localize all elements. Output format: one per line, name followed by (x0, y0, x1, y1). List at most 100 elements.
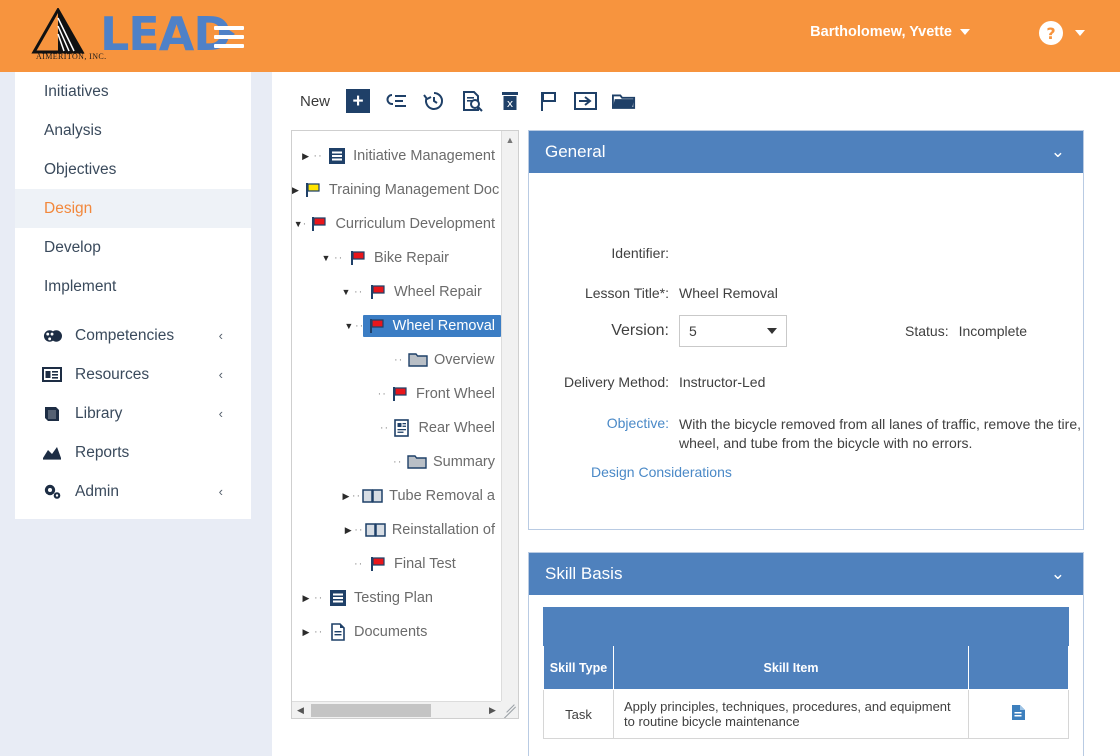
sidebar-item-objectives[interactable]: Objectives (15, 150, 251, 189)
objective-label[interactable]: Objective: (529, 415, 679, 453)
tree-node[interactable]: ·· Front Wheel (292, 377, 501, 411)
move-button[interactable] (574, 89, 598, 113)
tree-node-item[interactable]: Testing Plan (324, 587, 439, 609)
tree-node-item[interactable]: Bike Repair (344, 247, 455, 269)
chevron-down-icon (960, 29, 970, 35)
design-considerations-link[interactable]: Design Considerations (591, 464, 732, 480)
brand-logo[interactable]: AIMERITON, INC. LEAD (30, 8, 243, 61)
tree-expand-arrow-collapsed-icon[interactable]: ▶ (298, 151, 314, 162)
column-header-skill-item[interactable]: Skill Item (613, 645, 969, 690)
scroll-left-icon[interactable]: ◀ (292, 705, 309, 716)
reorder-button[interactable] (384, 89, 408, 113)
sidebar-item-resources[interactable]: Resources ‹ (15, 355, 251, 394)
app-root: AIMERITON, INC. LEAD Bartholomew, Yvette… (0, 0, 1120, 756)
navigation-tree-panel: ▶··Initiative Management▶··Training Mana… (291, 130, 519, 719)
main-content: New + x ▶ ·· Initiative Management ▶ Tra… (272, 72, 1120, 756)
tree-node[interactable]: ▶ ·· Initiative Management (292, 139, 501, 173)
sidebar-item-reports[interactable]: Reports (15, 433, 251, 472)
sidebar-item-design[interactable]: Design (15, 189, 251, 228)
tree-node[interactable]: ·· Final Test (292, 547, 501, 581)
tree-node-item[interactable]: Wheel Repair (364, 281, 488, 303)
tree-node[interactable]: ▼·· Wheel Removal (292, 309, 501, 343)
tree-node-item[interactable]: Front Wheel (386, 383, 501, 405)
preview-button[interactable] (460, 89, 484, 113)
version-select[interactable]: 5 (679, 315, 787, 347)
tree-node-item[interactable]: Final Test (364, 553, 462, 575)
tree-connector: ·· (334, 252, 344, 264)
general-panel-header[interactable]: General ⌄ (529, 131, 1083, 173)
tree-expand-arrow-collapsed-icon[interactable]: ▶ (298, 593, 314, 604)
tree-node-item[interactable]: Reinstallation of (362, 520, 501, 540)
lesson-title-row: Lesson Title*: Wheel Removal (529, 285, 1083, 301)
tree-node[interactable]: ▶··Training Management Doc (292, 173, 501, 207)
sidebar-item-develop[interactable]: Develop (15, 228, 251, 267)
tree-expand-arrow-expanded-icon[interactable]: ▼ (318, 253, 334, 263)
panel-resize-handle[interactable] (501, 701, 518, 718)
tree-node-item[interactable]: Overview (404, 350, 500, 370)
tree-node[interactable]: ▼ ·· Wheel Repair (292, 275, 501, 309)
tree-expand-arrow-collapsed-icon[interactable]: ▶ (342, 525, 354, 536)
skill-basis-panel-header[interactable]: Skill Basis ⌄ (529, 553, 1083, 595)
folder-button[interactable] (612, 89, 636, 113)
tree-node-item[interactable]: Initiative Management (323, 145, 501, 167)
tree-node-selected[interactable]: Wheel Removal (362, 315, 501, 337)
cell-skill-item: Apply principles, techniques, procedures… (613, 689, 969, 739)
tree-expand-arrow-collapsed-icon[interactable]: ▶ (292, 185, 299, 196)
tree-node-item[interactable]: Tube Removal a (359, 486, 501, 506)
aimeriton-logo-icon: AIMERITON, INC. (30, 8, 106, 61)
hamburger-icon[interactable] (214, 26, 244, 48)
sidebar-item-analysis[interactable]: Analysis (15, 111, 251, 150)
sidebar-item-competencies[interactable]: Competencies ‹ (15, 316, 251, 355)
user-menu[interactable]: Bartholomew, Yvette (810, 24, 970, 40)
tree-expand-arrow-expanded-icon[interactable]: ▼ (338, 287, 354, 297)
add-new-button[interactable]: + (346, 89, 371, 113)
help-menu[interactable]: ? (1039, 21, 1085, 45)
flag-button[interactable] (536, 89, 560, 113)
tree-node-item[interactable]: Documents (324, 621, 433, 643)
tree-node-item[interactable]: Curriculum Development (305, 213, 501, 235)
column-header-skill-type[interactable]: Skill Type (543, 645, 614, 690)
version-row: Version: 5 Status: Incomplete (529, 315, 1083, 347)
chevron-down-icon[interactable]: ⌄ (1051, 142, 1065, 162)
delivery-method-value: Instructor-Led (679, 374, 766, 390)
tree-vertical-scrollbar[interactable]: ▲ (501, 131, 518, 701)
chevron-down-icon[interactable]: ⌄ (1051, 564, 1065, 584)
tree-connector: ·· (377, 388, 386, 400)
tree-expand-arrow-expanded-icon[interactable]: ▼ (343, 321, 355, 331)
delete-button[interactable]: x (498, 89, 522, 113)
panel-title: Skill Basis (545, 564, 623, 583)
tree-horizontal-scrollbar[interactable]: ◀ ▶ (292, 701, 501, 718)
scroll-right-icon[interactable]: ▶ (484, 705, 501, 716)
tree-node[interactable]: ·· Summary (292, 445, 501, 479)
tree-node[interactable]: ▶ ·· Documents (292, 615, 501, 649)
tree-node[interactable]: ·· Overview (292, 343, 501, 377)
tree-node-item[interactable]: Training Management Doc (299, 179, 501, 201)
sidebar-item-initiatives[interactable]: Initiatives (15, 72, 251, 111)
tree-node[interactable]: ▶·· Tube Removal a (292, 479, 501, 513)
tree-node[interactable]: ▶ ·· Testing Plan (292, 581, 501, 615)
brand-subtitle: AIMERITON, INC. (36, 52, 107, 61)
sidebar-item-label: Implement (44, 277, 117, 295)
tree-node-item[interactable]: Rear Wheel (388, 417, 501, 439)
sidebar-item-library[interactable]: Library ‹ (15, 394, 251, 433)
flag-icon (541, 92, 557, 111)
tree-node-item[interactable]: Summary (403, 452, 501, 472)
sidebar: Initiatives Analysis Objectives Design D… (15, 72, 251, 519)
tree-node[interactable]: ▶·· Reinstallation of (292, 513, 501, 547)
tree-node[interactable]: ·· Rear Wheel (292, 411, 501, 445)
indent-list-icon (386, 94, 407, 107)
library-icon (41, 406, 63, 422)
scroll-up-icon[interactable]: ▲ (502, 131, 518, 148)
history-button[interactable] (422, 89, 446, 113)
tree-expand-arrow-collapsed-icon[interactable]: ▶ (340, 491, 352, 502)
scroll-thumb[interactable] (311, 703, 431, 717)
tree-node[interactable]: ▼··Curriculum Development (292, 207, 501, 241)
navigation-tree[interactable]: ▶··Initiative Management▶··Training Mana… (292, 131, 501, 701)
sidebar-item-admin[interactable]: Admin ‹ (15, 472, 251, 511)
tree-expand-arrow-collapsed-icon[interactable]: ▶ (298, 627, 314, 638)
sidebar-item-implement[interactable]: Implement (15, 267, 251, 306)
tree-node[interactable]: ▼ ·· Bike Repair (292, 241, 501, 275)
cell-action[interactable] (968, 689, 1069, 739)
tree-expand-arrow-expanded-icon[interactable]: ▼ (294, 219, 303, 229)
table-row[interactable]: Task Apply principles, techniques, proce… (543, 689, 1069, 739)
